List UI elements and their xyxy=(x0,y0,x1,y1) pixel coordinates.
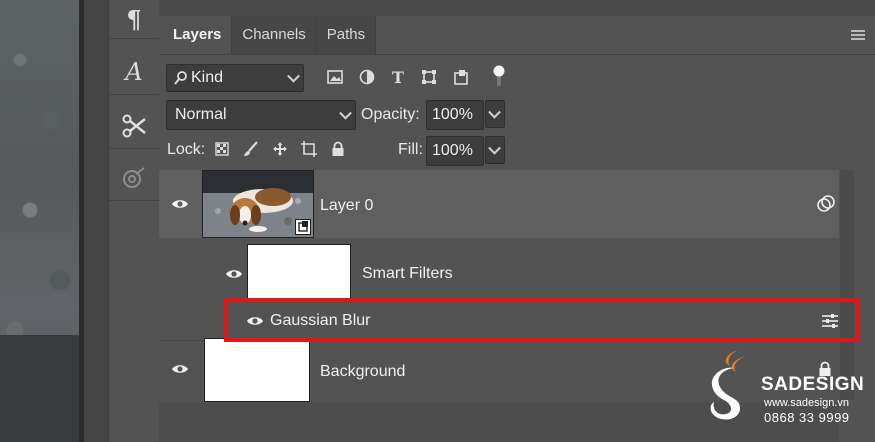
watermark-site: www.sadesign.vn xyxy=(764,397,849,409)
paragraph-panel-button[interactable]: ¶ xyxy=(109,0,159,39)
type-layer-filter-icon[interactable]: T xyxy=(389,68,407,87)
watermark-phone: 0868 33 9999 xyxy=(764,410,850,425)
opacity-field[interactable]: 100% xyxy=(426,100,484,130)
panel-menu-icon[interactable] xyxy=(851,30,865,40)
canvas-pasteboard xyxy=(0,335,80,442)
filter-kind-label: Kind xyxy=(191,69,224,86)
blend-mode-select[interactable]: Normal xyxy=(166,100,356,130)
panel-tabs: Layers Channels Paths xyxy=(163,16,377,54)
layer-0-thumbnail xyxy=(202,170,314,238)
eye-icon[interactable] xyxy=(171,363,189,375)
blend-mode-value: Normal xyxy=(175,106,227,123)
chevron-down-icon xyxy=(488,105,501,119)
smart-filters-mask-thumbnail xyxy=(247,244,351,304)
shape-layer-filter-icon[interactable] xyxy=(420,68,438,86)
smart-object-badge-icon xyxy=(295,219,311,235)
background-thumbnail xyxy=(204,338,310,402)
opacity-value: 100% xyxy=(432,106,473,123)
opacity-label: Opacity: xyxy=(361,106,420,123)
tab-layers[interactable]: Layers xyxy=(163,16,233,54)
fill-label: Fill: xyxy=(398,141,423,158)
pixel-layer-filter-icon[interactable] xyxy=(326,68,344,86)
search-icon xyxy=(174,71,187,85)
collapsed-panels-strip: ¶ A xyxy=(108,0,160,442)
character-panel-button[interactable]: A xyxy=(109,50,159,95)
smart-object-filter-icon[interactable] xyxy=(452,68,470,86)
panel-header-bar xyxy=(159,0,875,16)
fill-dropdown-button[interactable] xyxy=(485,136,505,164)
eye-icon[interactable] xyxy=(225,268,243,280)
gaussian-blur-highlight-box xyxy=(224,298,860,342)
layer-0-name[interactable]: Layer 0 xyxy=(320,197,373,215)
fill-field[interactable]: 100% xyxy=(426,136,484,166)
chevron-down-icon xyxy=(339,106,352,120)
opacity-dropdown-button[interactable] xyxy=(485,100,505,128)
watermark-brand: SADESIGN xyxy=(761,374,865,395)
tool-presets-button[interactable] xyxy=(109,104,159,149)
tab-channels[interactable]: Channels xyxy=(232,16,317,54)
tab-paths[interactable]: Paths xyxy=(316,16,377,54)
filter-toggle-icon[interactable] xyxy=(490,64,508,88)
eye-icon[interactable] xyxy=(171,198,189,210)
adjustment-layer-filter-icon[interactable] xyxy=(358,68,376,86)
lock-transparent-pixels-icon[interactable] xyxy=(213,140,231,158)
background-name[interactable]: Background xyxy=(320,363,405,381)
clone-source-button[interactable] xyxy=(109,156,159,201)
lock-label: Lock: xyxy=(167,141,206,158)
smart-filters-name[interactable]: Smart Filters xyxy=(362,265,453,283)
panel-gutter xyxy=(84,0,108,442)
lock-image-pixels-icon[interactable] xyxy=(242,140,260,158)
tab-divider xyxy=(159,54,875,55)
sadesign-watermark: SADESIGN www.sadesign.vn 0868 33 9999 xyxy=(700,348,870,438)
chevron-down-icon xyxy=(488,141,501,155)
tool-presets-icon xyxy=(122,114,146,138)
lock-all-icon[interactable] xyxy=(329,140,347,158)
clone-source-icon xyxy=(123,167,145,188)
lock-position-icon[interactable] xyxy=(271,140,289,158)
smart-filters-indicator-icon[interactable] xyxy=(816,195,836,213)
character-icon: A xyxy=(125,58,143,86)
chevron-down-icon xyxy=(287,69,300,83)
lock-artboard-icon[interactable] xyxy=(300,140,318,158)
sadesign-logo-icon xyxy=(710,350,746,420)
filter-kind-select[interactable]: Kind xyxy=(166,64,304,92)
fill-value: 100% xyxy=(432,142,473,159)
paragraph-icon: ¶ xyxy=(126,4,142,34)
